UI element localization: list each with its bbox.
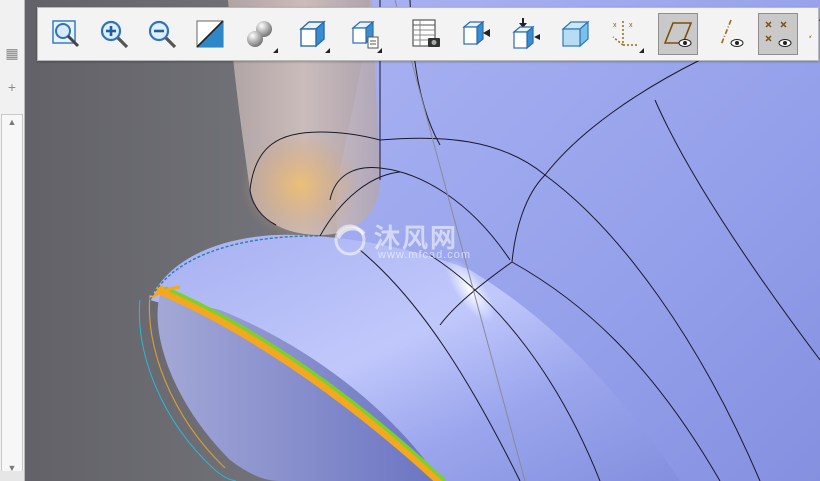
spin-center-button[interactable]: [456, 13, 496, 55]
transparent-cube-icon: [561, 20, 590, 48]
table-camera-icon: [412, 19, 440, 47]
repaint-icon: [196, 20, 224, 48]
view-normal-button[interactable]: [506, 13, 546, 55]
plane-display-toggle[interactable]: [658, 13, 698, 55]
zoom-fit-icon: [52, 20, 80, 48]
zoom-out-icon: [148, 20, 177, 49]
shaded-spheres-icon: [247, 21, 272, 47]
view-toolbar: x x: [37, 7, 819, 61]
axis-eye-icon: [720, 19, 744, 47]
panel-scrollbar[interactable]: ▲ ▼: [1, 114, 23, 476]
watermark-logo-icon: [334, 224, 366, 256]
svg-text:x: x: [613, 22, 617, 29]
model-tree-panel: ▦ + ▲ ▼: [0, 0, 25, 481]
zoom-out-button[interactable]: [142, 13, 182, 55]
view-manager-icon: [351, 20, 379, 49]
cube-arrow-down-icon: [512, 18, 540, 50]
datum-display-button[interactable]: x x: [606, 13, 646, 55]
appearance-gallery-button[interactable]: [406, 13, 446, 55]
plus-icon[interactable]: +: [3, 78, 21, 96]
perspective-button[interactable]: [556, 13, 596, 55]
zoom-in-icon: [100, 20, 129, 49]
watermark-url: www.mfcad.com: [378, 249, 472, 261]
zoom-in-button[interactable]: [94, 13, 134, 55]
point-display-toggle[interactable]: [758, 13, 798, 55]
saved-orientations-button[interactable]: [292, 13, 332, 55]
axis-display-toggle[interactable]: [710, 13, 750, 55]
flyout-arrow-icon: [639, 48, 644, 53]
points-eye-icon: [765, 21, 792, 47]
named-views-button[interactable]: [344, 13, 384, 55]
svg-text:x: x: [629, 22, 633, 29]
display-style-button[interactable]: [240, 13, 280, 55]
panel-footer: [0, 471, 24, 481]
repaint-button[interactable]: [190, 13, 230, 55]
flyout-arrow-icon: [325, 48, 330, 53]
plane-eye-icon: [663, 22, 693, 47]
watermark: 沐风网 www.mfcad.com: [330, 218, 500, 268]
csys-axes-icon: x x: [612, 21, 639, 46]
cube-view-icon: [299, 20, 326, 48]
layers-icon[interactable]: ▦: [3, 44, 21, 62]
flyout-arrow-icon: [273, 48, 278, 53]
scroll-up-icon[interactable]: ▲: [2, 117, 22, 127]
refit-button[interactable]: [46, 13, 86, 55]
flyout-arrow-icon: [377, 48, 382, 53]
csys-partial-icon: [809, 34, 813, 38]
cube-arrow-left-icon: [462, 20, 490, 46]
csys-display-toggle[interactable]: [808, 13, 820, 55]
